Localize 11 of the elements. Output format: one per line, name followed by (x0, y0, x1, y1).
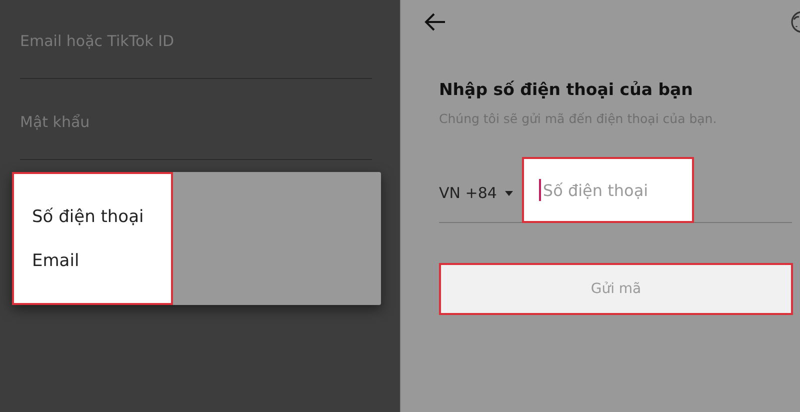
login-field-placeholder: Mật khẩu (20, 113, 90, 131)
menu-item[interactable]: Email (32, 250, 171, 270)
login-field-placeholder: Email hoặc TikTok ID (20, 32, 174, 50)
help-icon[interactable] (790, 10, 800, 34)
menu-item[interactable]: Số điện thoại (32, 206, 171, 226)
caret-icon (504, 190, 513, 196)
text-cursor-icon (538, 179, 541, 201)
screen-title: Nhập số điện thoại của bạn (439, 80, 694, 99)
phone-input-field[interactable]: Số điện thoại (540, 180, 683, 200)
back-arrow-icon[interactable] (423, 12, 447, 32)
country-code-dropdown[interactable]: VN +84 (439, 184, 513, 222)
